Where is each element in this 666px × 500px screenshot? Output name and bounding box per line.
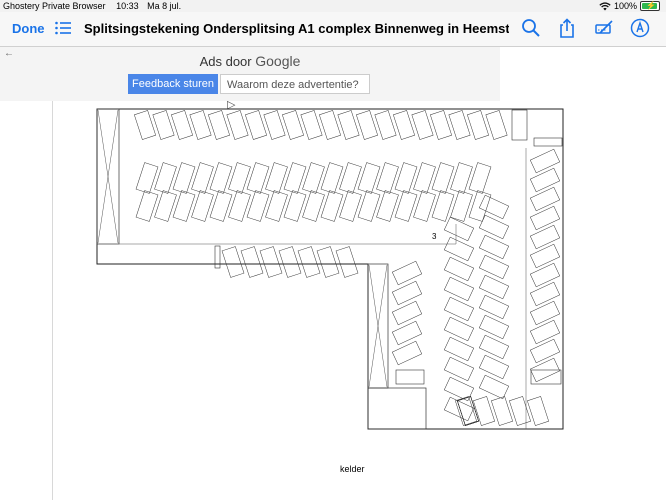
battery-icon: ⚡ <box>640 1 660 11</box>
wifi-icon <box>599 1 611 10</box>
share-icon[interactable] <box>557 18 577 38</box>
ad-title: Ads door Google <box>0 53 500 69</box>
ad-banner: Ads door Google Feedback sturen Waarom d… <box>0 47 500 111</box>
floor-caption: kelder <box>340 464 365 474</box>
toolbar: Done Splitsingstekening Ondersplitsing A… <box>0 12 666 47</box>
google-logo: Google <box>255 53 301 69</box>
back-arrow-icon[interactable]: ← <box>4 48 14 59</box>
markup-icon[interactable] <box>594 18 614 38</box>
feedback-button[interactable]: Feedback sturen <box>128 74 218 94</box>
list-icon[interactable] <box>54 19 72 37</box>
floor-plan: 3 <box>96 108 564 430</box>
status-right: 100% ⚡ <box>599 0 660 12</box>
time-label: 10:33 <box>116 1 139 11</box>
date-label: Ma 8 jul. <box>147 1 182 11</box>
document-title: Splitsingstekening Ondersplitsing A1 com… <box>84 21 509 36</box>
floor-number: 3 <box>432 232 437 241</box>
done-button[interactable]: Done <box>12 21 45 36</box>
annotate-icon[interactable] <box>630 18 650 38</box>
why-ad-button[interactable]: Waarom deze advertentie? ▷ <box>220 74 370 111</box>
floor-plan-walls <box>96 108 564 430</box>
page-edge <box>52 101 53 500</box>
document-content[interactable]: Ads door Google Feedback sturen Waarom d… <box>0 47 666 500</box>
status-left: Ghostery Private Browser 10:33 Ma 8 jul. <box>3 0 181 12</box>
ad-prefix: Ads door <box>199 54 252 69</box>
battery-percent: 100% <box>613 1 637 11</box>
why-ad-label: Waarom deze advertentie? <box>227 79 359 91</box>
carrier-label: Ghostery Private Browser <box>3 1 106 11</box>
status-bar: Ghostery Private Browser 10:33 Ma 8 jul.… <box>0 0 666 12</box>
search-icon[interactable] <box>521 18 541 38</box>
